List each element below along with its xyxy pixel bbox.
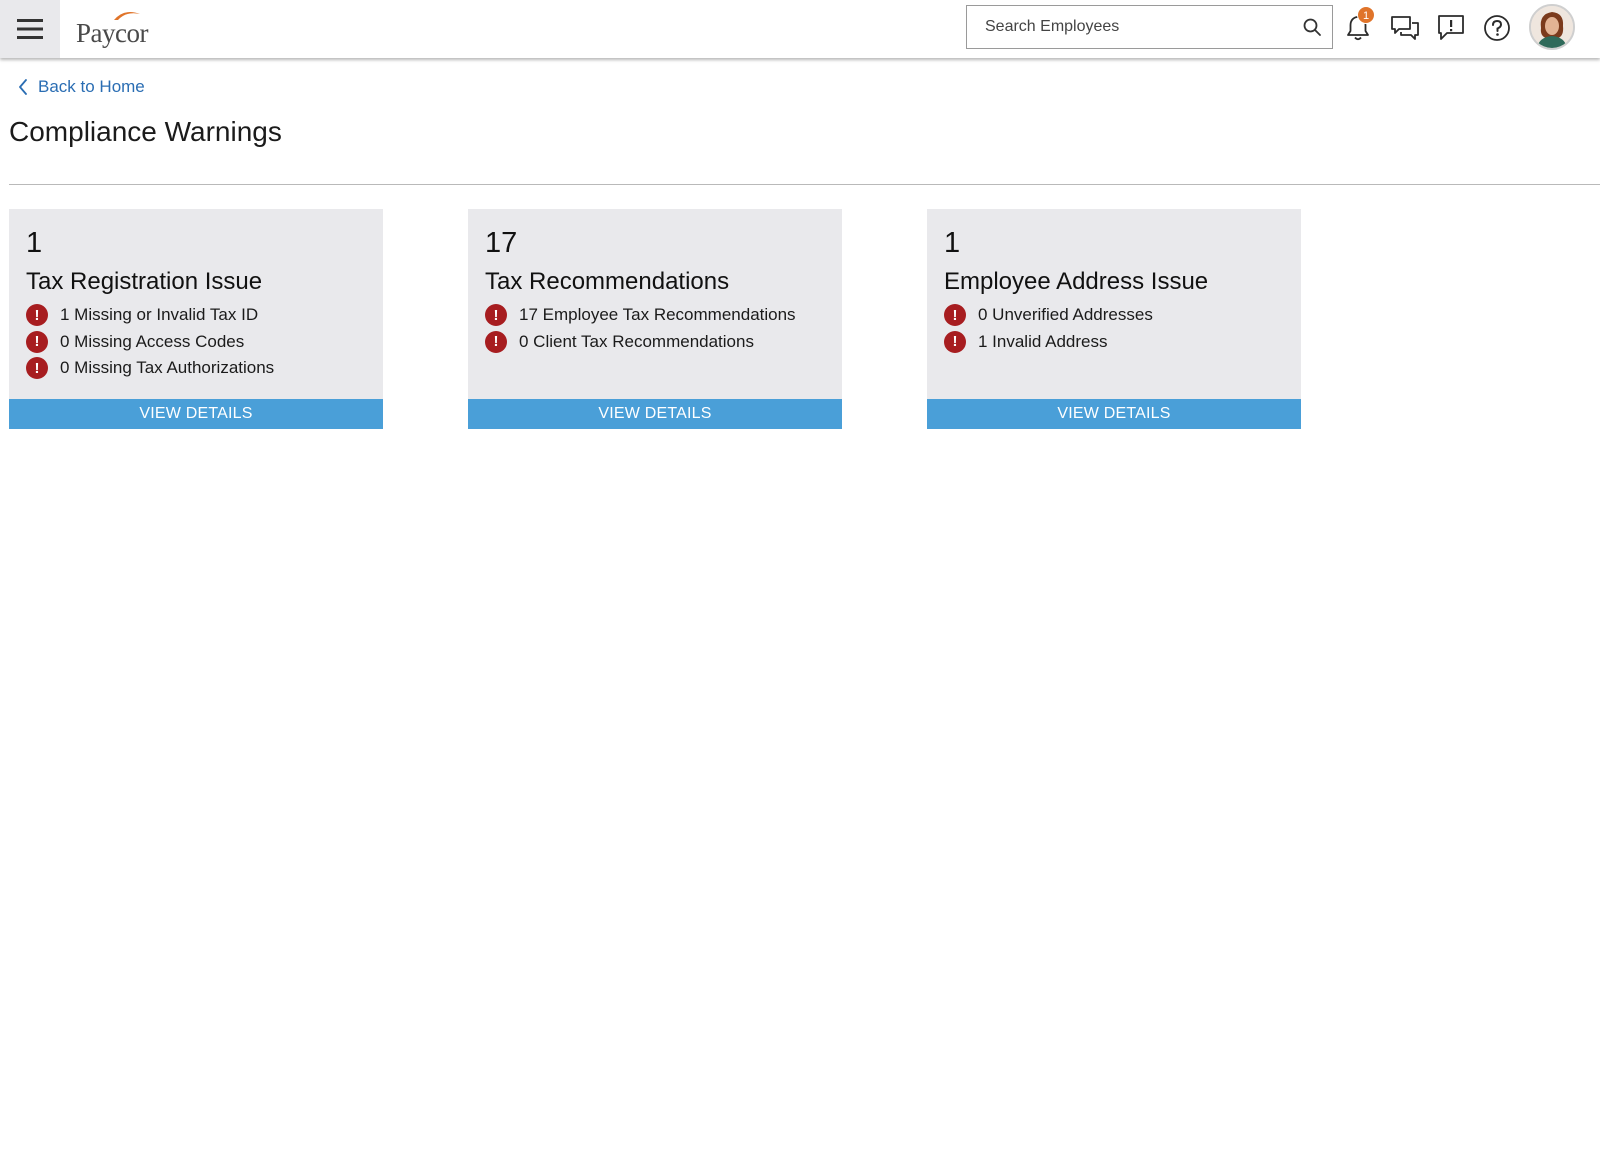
warning-item-label: 1 Missing or Invalid Tax ID	[60, 305, 259, 325]
warning-item: ! 1 Invalid Address	[944, 329, 1153, 356]
search-icon[interactable]	[1302, 17, 1322, 37]
tax-recommendations-card: 17 Tax Recommendations ! 17 Employee Tax…	[468, 209, 842, 429]
exclamation-icon: !	[944, 330, 966, 353]
card-warning-list: ! 17 Employee Tax Recommendations ! 0 Cl…	[485, 302, 796, 355]
employee-search	[966, 5, 1333, 49]
warning-item: ! 0 Missing Tax Authorizations	[26, 355, 274, 382]
exclamation-icon: !	[26, 304, 48, 327]
card-warning-list: ! 1 Missing or Invalid Tax ID ! 0 Missin…	[26, 302, 274, 382]
warning-item-label: 0 Missing Tax Authorizations	[60, 358, 275, 378]
page-title: Compliance Warnings	[9, 116, 282, 147]
exclamation-icon: !	[26, 357, 48, 380]
messages-button[interactable]	[1387, 10, 1423, 46]
feedback-button[interactable]	[1433, 10, 1469, 46]
feedback-icon	[1438, 15, 1464, 40]
logo-text: Paycor	[76, 18, 148, 48]
back-to-home-link[interactable]: Back to Home	[18, 77, 145, 97]
card-count: 1	[944, 227, 961, 259]
warning-item-label: 0 Client Tax Recommendations	[519, 331, 754, 351]
avatar-image	[1531, 6, 1573, 48]
card-count: 17	[485, 227, 518, 259]
chat-icon	[1391, 16, 1419, 40]
header-divider	[9, 184, 1600, 185]
menu-button[interactable]	[0, 0, 60, 58]
warning-item-label: 0 Unverified Addresses	[978, 305, 1153, 325]
employee-address-card: 1 Employee Address Issue ! 0 Unverified …	[927, 209, 1301, 429]
back-link-label: Back to Home	[38, 77, 145, 96]
help-button[interactable]	[1479, 10, 1515, 46]
warning-item: ! 0 Unverified Addresses	[944, 302, 1153, 329]
notification-count-badge: 1	[1357, 6, 1375, 24]
chevron-left-icon	[19, 79, 27, 95]
exclamation-icon: !	[485, 330, 507, 353]
top-navigation-bar: Paycor 1	[0, 0, 1600, 58]
warning-item: ! 17 Employee Tax Recommendations	[485, 302, 796, 329]
warning-item-label: 1 Invalid Address	[978, 331, 1108, 351]
exclamation-icon: !	[26, 330, 48, 353]
warning-item: ! 0 Client Tax Recommendations	[485, 329, 796, 356]
help-icon	[1484, 15, 1510, 41]
card-title: Tax Recommendations	[485, 268, 730, 295]
warning-item-label: 0 Missing Access Codes	[60, 331, 245, 351]
exclamation-icon: !	[485, 304, 507, 327]
exclamation-icon: !	[944, 304, 966, 327]
warning-item-label: 17 Employee Tax Recommendations	[519, 305, 796, 325]
view-details-button[interactable]: VIEW DETAILS	[927, 399, 1301, 429]
view-details-button[interactable]: VIEW DETAILS	[468, 399, 842, 429]
card-count: 1	[26, 227, 43, 259]
view-details-button[interactable]: VIEW DETAILS	[9, 399, 383, 429]
menu-icon	[17, 19, 43, 39]
search-input[interactable]	[967, 6, 1287, 48]
card-title: Employee Address Issue	[944, 268, 1209, 295]
paycor-logo[interactable]: Paycor	[76, 8, 176, 48]
card-title: Tax Registration Issue	[26, 268, 263, 295]
user-avatar[interactable]	[1529, 4, 1575, 50]
tax-registration-card: 1 Tax Registration Issue ! 1 Missing or …	[9, 209, 383, 429]
warning-item: ! 0 Missing Access Codes	[26, 329, 274, 356]
warning-item: ! 1 Missing or Invalid Tax ID	[26, 302, 274, 329]
card-warning-list: ! 0 Unverified Addresses ! 1 Invalid Add…	[944, 302, 1153, 355]
